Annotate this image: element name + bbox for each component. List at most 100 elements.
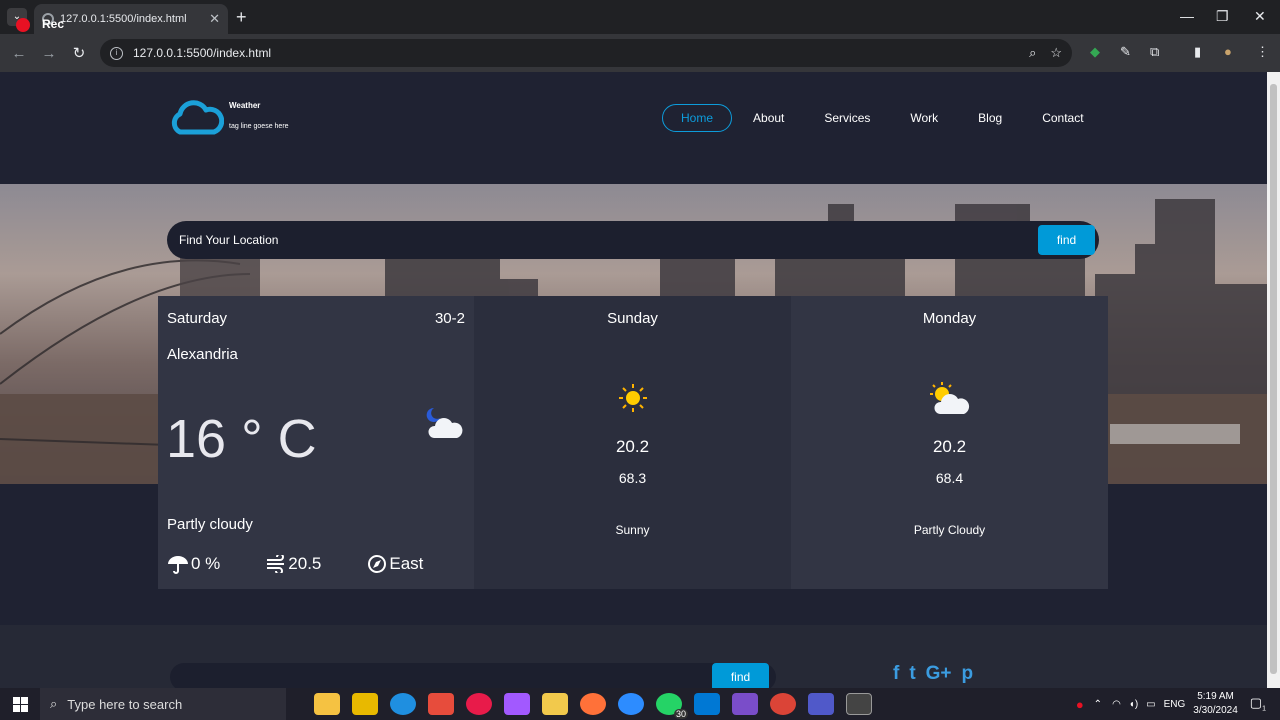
close-window-button[interactable]: ✕	[1254, 8, 1266, 25]
taskbar-search-placeholder: Type here to search	[67, 696, 183, 712]
snipping-icon[interactable]	[542, 693, 568, 715]
wind-metric: 20.5	[266, 554, 321, 574]
location-search-input[interactable]	[179, 233, 1038, 247]
nav-blog[interactable]: Blog	[959, 104, 1021, 132]
extensions-puzzle-icon[interactable]: ⧉	[1150, 44, 1159, 60]
nav-services[interactable]: Services	[805, 104, 889, 132]
minimize-button[interactable]: —	[1180, 8, 1194, 24]
subscribe-input[interactable]	[170, 663, 776, 688]
forecast-day: Monday	[922, 310, 977, 327]
sun-cloud-icon	[929, 382, 969, 414]
web-page: Weather tag line goese here Home About S…	[0, 72, 1267, 688]
forecast-description: Partly Cloudy	[913, 523, 986, 537]
forecast-icon-wrap	[791, 382, 1108, 416]
firefox-icon[interactable]	[580, 693, 606, 715]
nav-work[interactable]: Work	[891, 104, 957, 132]
forward-button[interactable]: →	[34, 45, 64, 62]
record-icon	[16, 18, 30, 32]
app-icon[interactable]	[352, 693, 378, 715]
address-bar[interactable]: i 127.0.0.1:5500/index.html ⌕ ☆	[100, 39, 1072, 67]
browser-tabbar: ⌄ 127.0.0.1:5500/index.html ✕ Rec + — ❐ …	[0, 0, 1280, 34]
terminal-icon[interactable]	[846, 693, 872, 715]
forecast-min-temp: 68.4	[935, 470, 964, 486]
zoom-icon[interactable]	[618, 693, 644, 715]
page-scrollbar[interactable]	[1267, 72, 1280, 688]
tray-app-icon[interactable]: ●	[1076, 697, 1084, 712]
windows-taskbar: ⌕ Type here to search 30 ● ⌃ ◠ ◖) ▭ ENG …	[0, 688, 1280, 720]
today-day: Saturday	[167, 310, 228, 327]
today-card: Saturday 30-2 Alexandria 16 ° C Partly c…	[158, 296, 474, 589]
nav-about[interactable]: About	[734, 104, 803, 132]
close-tab-icon[interactable]: ✕	[209, 11, 220, 27]
scrollbar-thumb[interactable]	[1270, 84, 1277, 674]
whatsapp-icon[interactable]: 30	[656, 693, 688, 719]
eyedropper-icon[interactable]: ✎	[1120, 44, 1131, 60]
sun-icon	[618, 384, 647, 412]
chrome-icon[interactable]	[770, 693, 796, 715]
search-icon: ⌕	[50, 696, 58, 711]
cloud-logo-icon	[171, 100, 224, 135]
visual-studio-icon[interactable]	[732, 693, 758, 715]
teams-icon[interactable]	[808, 693, 834, 715]
location-search-bar: find	[167, 221, 1099, 259]
direction-metric: East	[367, 554, 423, 574]
windows-start-icon[interactable]	[0, 688, 40, 720]
site-tagline: tag line goese here	[229, 123, 289, 130]
direction-value: East	[389, 554, 424, 573]
vscode-icon[interactable]	[694, 693, 720, 715]
file-explorer-icon[interactable]	[314, 693, 340, 715]
url-text: 127.0.0.1:5500/index.html	[133, 46, 272, 60]
site-info-icon[interactable]: i	[110, 46, 123, 60]
today-date: 30-2	[434, 310, 465, 327]
volume-icon[interactable]: ◖)	[1129, 699, 1138, 710]
twitter-icon[interactable]: t	[909, 663, 915, 685]
language-indicator[interactable]: ENG	[1164, 699, 1186, 710]
side-panel-icon[interactable]: ▮	[1194, 44, 1201, 60]
facebook-icon[interactable]: f	[893, 663, 899, 685]
forecast-card: Monday 20.2 68.4 Partly Cloudy	[791, 296, 1108, 589]
store-icon[interactable]	[428, 693, 454, 715]
google-plus-icon[interactable]: G+	[926, 663, 952, 685]
back-button[interactable]: ←	[4, 45, 34, 62]
wifi-icon[interactable]: ◠	[1112, 699, 1121, 710]
pinterest-icon[interactable]: p	[962, 663, 974, 685]
site-header: Weather tag line goese here Home About S…	[0, 72, 1267, 184]
notification-count: 1	[1262, 705, 1266, 713]
city-name: Alexandria	[167, 346, 238, 363]
umbrella-icon	[168, 556, 188, 574]
notification-icon[interactable]: ▢1	[1250, 695, 1266, 713]
rain-value: 0 %	[191, 554, 221, 573]
today-metrics: 0 % 20.5 East	[167, 554, 469, 574]
new-tab-button[interactable]: +	[236, 7, 247, 28]
page-footer: find f t G+ p	[0, 625, 1267, 688]
forecast-max-temp: 20.2	[615, 437, 650, 456]
profile-avatar[interactable]: ●	[1224, 44, 1232, 59]
social-links: f t G+ p	[893, 663, 983, 685]
nav-contact[interactable]: Contact	[1023, 104, 1102, 132]
figma-icon[interactable]	[504, 693, 530, 715]
menu-kebab-icon[interactable]: ⋮	[1256, 44, 1269, 60]
battery-icon[interactable]: ▭	[1146, 699, 1155, 710]
clock[interactable]: 5:19 AM 3/30/2024	[1193, 690, 1238, 718]
extension-icon[interactable]: ◆	[1090, 44, 1100, 60]
wind-value: 20.5	[288, 554, 322, 573]
taskbar-search[interactable]: ⌕ Type here to search	[40, 688, 286, 720]
subscribe-find-button[interactable]: find	[712, 663, 769, 688]
wind-icon	[267, 555, 285, 573]
edge-icon[interactable]	[390, 693, 416, 715]
current-temperature: 16 ° C	[166, 409, 317, 469]
site-brand: Weather	[229, 101, 261, 110]
reload-button[interactable]: ↻	[64, 44, 94, 62]
find-button[interactable]: find	[1038, 225, 1095, 255]
bookmark-star-icon[interactable]: ☆	[1050, 45, 1062, 61]
forecast-card: Sunday 20.2 68.3 Sunny	[474, 296, 791, 589]
xd-icon[interactable]	[466, 693, 492, 715]
chevron-up-icon[interactable]: ⌃	[1094, 699, 1102, 710]
clock-time: 5:19 AM	[1197, 691, 1234, 702]
today-condition: Partly cloudy	[167, 516, 253, 533]
nav-home[interactable]: Home	[662, 104, 733, 132]
moon-cloud-icon	[426, 407, 463, 438]
zoom-icon[interactable]: ⌕	[1029, 45, 1036, 61]
maximize-button[interactable]: ❐	[1216, 8, 1229, 25]
whatsapp-badge: 30	[673, 709, 688, 719]
